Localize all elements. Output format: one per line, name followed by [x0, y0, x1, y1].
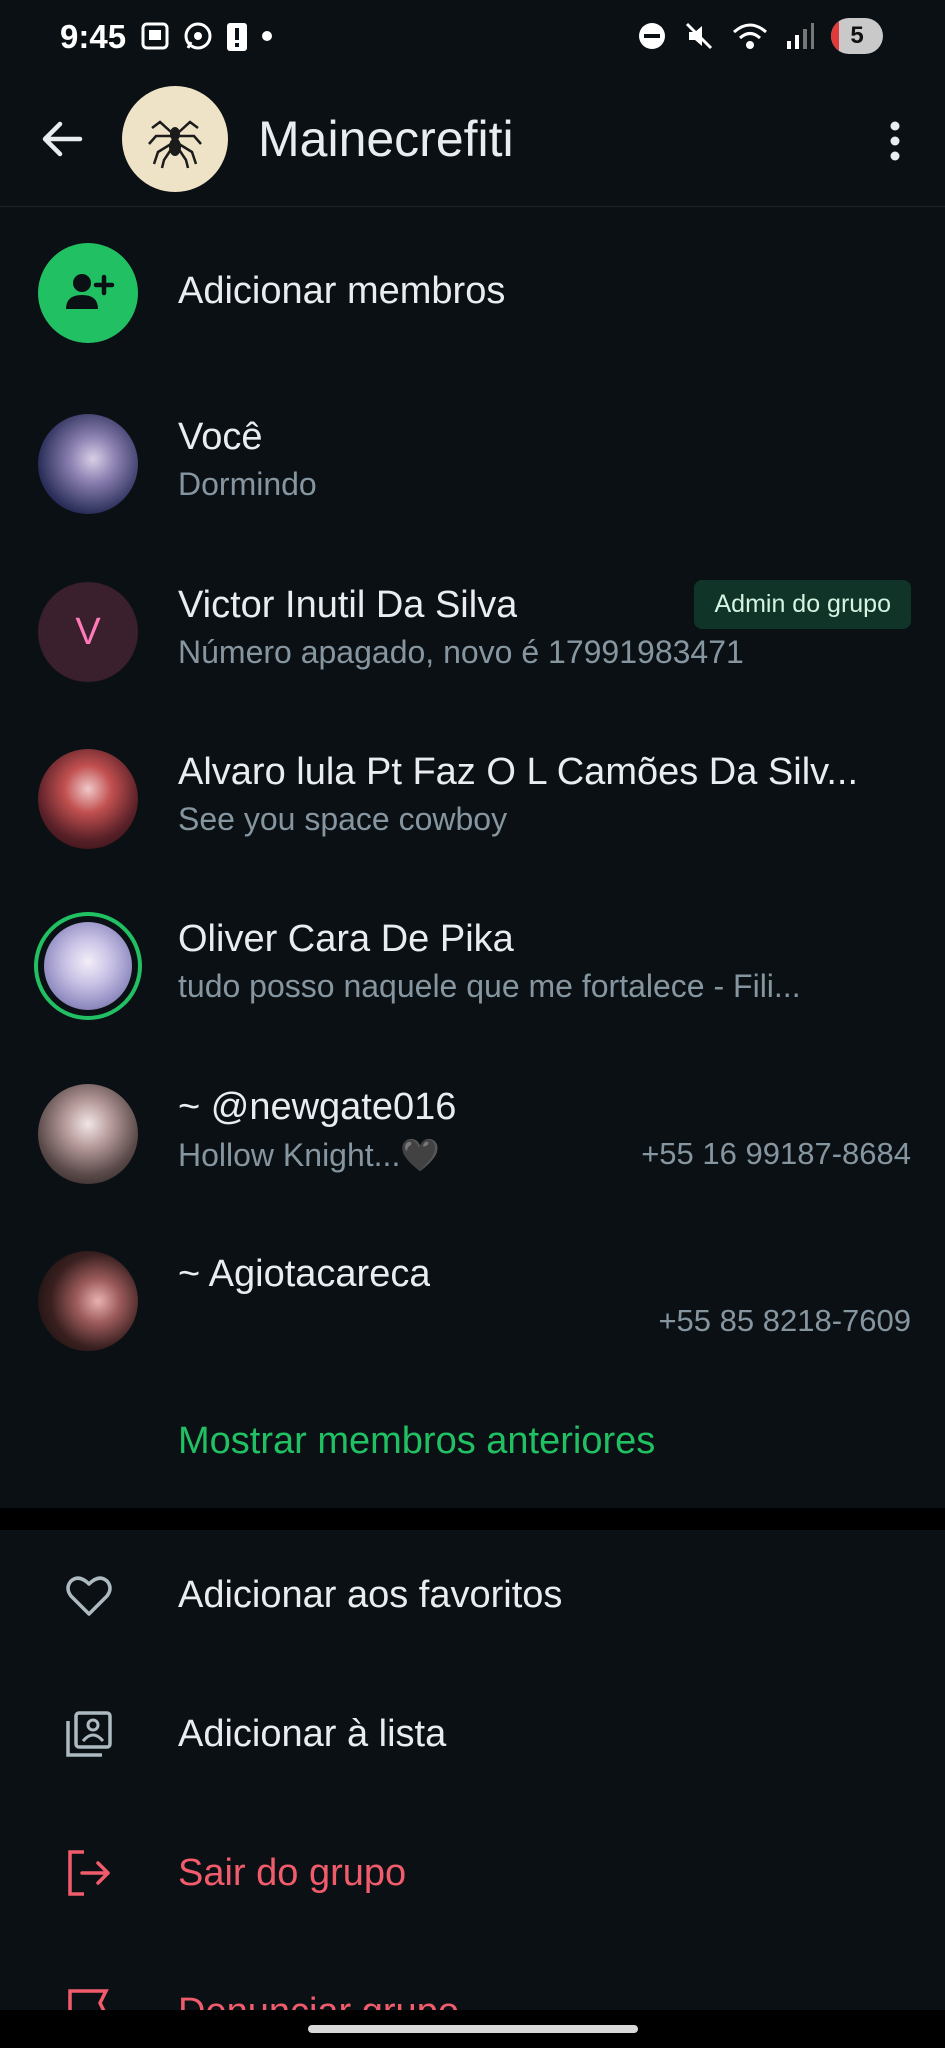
member-row[interactable]: V Victor Inutil Da Silva Admin do grupo …	[0, 556, 945, 706]
action-label: Adicionar à lista	[178, 1713, 447, 1755]
avatar	[38, 1251, 138, 1351]
member-name: Alvaro lula Pt Faz O L Camões Da Silv...	[178, 751, 859, 793]
member-status: Dormindo	[178, 466, 317, 502]
app-bar: Mainecrefiti	[0, 76, 945, 207]
member-phone: +55 16 99187-8684	[641, 1136, 911, 1171]
add-to-favorites-button[interactable]: Adicionar aos favoritos	[0, 1536, 945, 1656]
admin-badge: Admin do grupo	[694, 580, 911, 629]
member-row[interactable]: Você Dormindo	[0, 388, 945, 538]
status-icons-left	[140, 20, 274, 52]
exit-group-button[interactable]: Sair do grupo	[0, 1814, 945, 1934]
status-bar: 9:45 5	[0, 0, 945, 76]
report-group-button[interactable]: Denunciar grupo	[0, 1953, 945, 2010]
system-nav-bar	[0, 2010, 945, 2048]
member-name: Oliver Cara De Pika	[178, 918, 514, 960]
whatsapp-icon	[184, 22, 212, 50]
spider-icon	[148, 120, 202, 169]
show-previous-members-link[interactable]: Mostrar membros anteriores	[178, 1420, 655, 1463]
battery-indicator: 5	[831, 18, 883, 54]
action-label: Sair do grupo	[178, 1852, 407, 1894]
screenshot-icon	[141, 22, 169, 50]
member-status: Hollow Knight...🖤	[178, 1137, 441, 1173]
add-members-label: Adicionar membros	[178, 270, 506, 312]
status-time: 9:45	[60, 18, 127, 55]
group-avatar[interactable]	[122, 86, 228, 192]
add-person-icon	[66, 274, 115, 309]
member-name: Victor Inutil Da Silva	[178, 584, 518, 626]
avatar	[44, 922, 132, 1010]
exit-icon	[68, 1850, 110, 1896]
member-phone: +55 85 8218-7609	[658, 1303, 911, 1338]
add-member-icon-circle	[38, 243, 138, 343]
report-icon	[68, 1989, 109, 2010]
dot-icon	[262, 31, 272, 41]
action-label: Adicionar aos favoritos	[178, 1574, 563, 1616]
group-title: Mainecrefiti	[258, 111, 514, 167]
member-name: ~ @newgate016	[178, 1086, 457, 1128]
member-name: ~ Agiotacareca	[178, 1253, 431, 1295]
dnd-icon	[639, 23, 665, 49]
member-status: Número apagado, novo é 17991983471	[178, 634, 744, 670]
avatar-with-status-ring	[34, 912, 142, 1020]
more-vert-icon[interactable]	[875, 116, 915, 166]
member-row[interactable]: ~ @newgate016 Hollow Knight...🖤 +55 16 9…	[0, 1058, 945, 1208]
add-to-list-button[interactable]: Adicionar à lista	[0, 1675, 945, 1795]
arrow-back-icon[interactable]	[36, 114, 86, 164]
avatar	[38, 749, 138, 849]
member-row[interactable]: Oliver Cara De Pika tudo posso naquele q…	[0, 890, 945, 1040]
member-name: Você	[178, 416, 263, 458]
member-status: tudo posso naquele que me fortalece - Fi…	[178, 968, 801, 1004]
add-members-row[interactable]: Adicionar membros	[0, 220, 945, 370]
action-label: Denunciar grupo	[178, 1991, 459, 2010]
signal-icon	[787, 23, 814, 49]
list-icon	[66, 1711, 112, 1757]
member-status: See you space cowboy	[178, 801, 508, 837]
avatar: V	[38, 582, 138, 682]
heart-icon	[66, 1576, 112, 1616]
avatar	[38, 1084, 138, 1184]
mute-icon	[685, 22, 713, 50]
member-row[interactable]: Alvaro lula Pt Faz O L Camões Da Silv...…	[0, 723, 945, 873]
home-gesture-pill[interactable]	[308, 2025, 638, 2033]
member-row[interactable]: ~ Agiotacareca +55 85 8218-7609	[0, 1225, 945, 1375]
wifi-icon	[733, 23, 767, 49]
alert-icon	[227, 23, 247, 51]
section-divider	[0, 1508, 945, 1530]
status-icons-right: 5	[637, 18, 883, 54]
avatar	[38, 414, 138, 514]
avatar-letter: V	[75, 610, 101, 653]
